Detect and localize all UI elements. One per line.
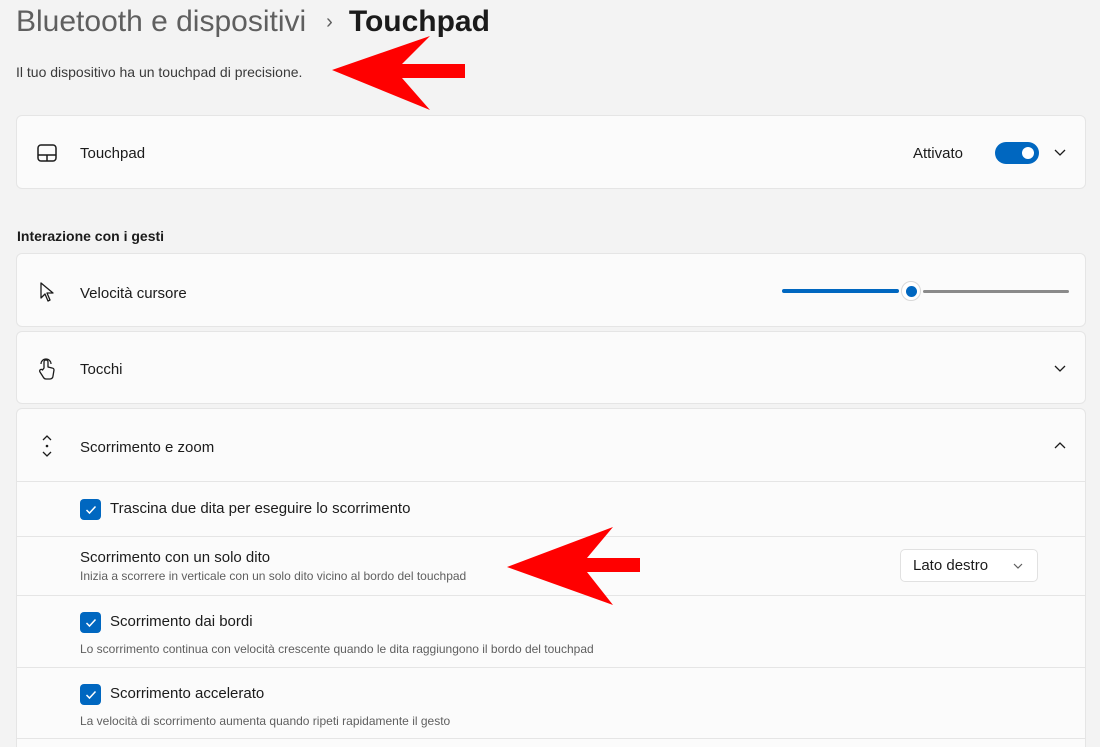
taps-card[interactable]: Tocchi: [16, 331, 1086, 404]
dropdown-value: Lato destro: [913, 557, 989, 574]
chevron-down-icon: [1013, 561, 1023, 571]
chevron-up-icon[interactable]: [1053, 438, 1067, 452]
slider-fill: [782, 289, 899, 293]
taps-label: Tocchi: [80, 361, 123, 378]
accelerated-scroll-description: La velocità di scorrimento aumenta quand…: [80, 714, 451, 728]
touchpad-toggle-state: Attivato: [912, 144, 963, 162]
cursor-speed-slider[interactable]: [782, 281, 1069, 301]
accelerated-scroll-row: Scorrimento accelerato La velocità di sc…: [17, 667, 1085, 739]
accelerated-scroll-checkbox[interactable]: [80, 684, 101, 705]
one-finger-scroll-dropdown[interactable]: Lato destro: [900, 549, 1038, 582]
touchpad-icon: [35, 141, 59, 165]
slider-thumb[interactable]: [901, 281, 921, 301]
one-finger-scroll-title: Scorrimento con un solo dito: [80, 549, 271, 566]
cursor-speed-card: Velocità cursore: [16, 253, 1086, 327]
cursor-speed-label: Velocità cursore: [80, 285, 187, 302]
section-title-gestures: Interazione con i gesti: [17, 228, 165, 244]
scroll-icon: [35, 434, 59, 458]
chevron-down-icon[interactable]: [1053, 362, 1067, 376]
edge-scroll-description: Lo scorrimento continua con velocità cre…: [80, 642, 594, 656]
accelerated-scroll-label: Scorrimento accelerato: [110, 685, 265, 702]
two-finger-scroll-checkbox[interactable]: [80, 499, 101, 520]
page-subtitle: Il tuo dispositivo ha un touchpad di pre…: [16, 64, 303, 80]
tap-icon: [35, 357, 59, 381]
edge-scroll-checkbox[interactable]: [80, 612, 101, 633]
scroll-zoom-label: Scorrimento e zoom: [80, 439, 215, 456]
cursor-icon: [35, 280, 59, 304]
toggle-knob: [1022, 147, 1034, 159]
edge-scroll-label: Scorrimento dai bordi: [110, 613, 253, 630]
touchpad-card[interactable]: Touchpad Attivato: [16, 115, 1086, 189]
touchpad-toggle-group: Attivato: [913, 142, 1039, 164]
one-finger-scroll-description: Inizia a scorrere in verticale con un so…: [80, 569, 467, 583]
slider-track: [923, 290, 1069, 293]
slider-thumb-dot: [905, 285, 917, 297]
chevron-down-icon[interactable]: [1053, 146, 1067, 160]
breadcrumb-parent[interactable]: Bluetooth e dispositivi: [16, 2, 306, 42]
annotation-arrow-icon: [332, 36, 465, 110]
scroll-zoom-header[interactable]: Scorrimento e zoom: [17, 409, 1085, 481]
two-finger-scroll-label: Trascina due dita per eseguire lo scorri…: [110, 500, 411, 517]
touchpad-label: Touchpad: [80, 145, 146, 162]
annotation-arrow-icon: [507, 527, 640, 605]
touchpad-toggle[interactable]: [995, 142, 1039, 164]
